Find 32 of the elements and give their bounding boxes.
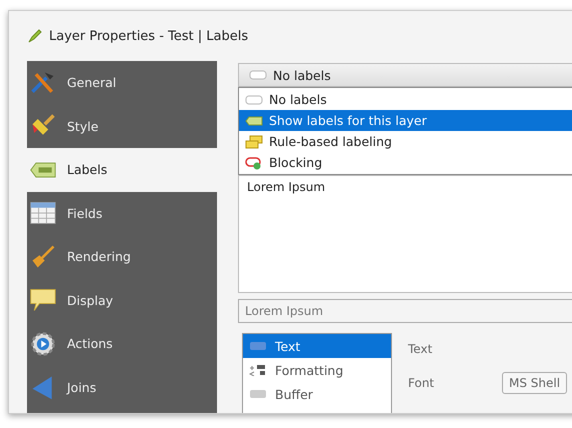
label-icon xyxy=(249,340,267,352)
section-item[interactable]: Formatting xyxy=(243,358,391,382)
sidebar-item[interactable]: Labels xyxy=(27,148,217,192)
section-item[interactable]: Text xyxy=(243,334,391,358)
formatting-icon xyxy=(249,364,267,376)
section-heading: Text xyxy=(408,342,432,356)
font-label: Font xyxy=(408,376,436,390)
sidebar-item[interactable]: Style xyxy=(27,104,217,148)
preview-area[interactable]: Lorem Ipsum xyxy=(238,175,572,293)
empty-label-icon xyxy=(245,92,263,106)
stacked-labels-icon xyxy=(245,134,263,148)
font-dropdown[interactable]: MS Shell xyxy=(502,372,568,394)
sidebar-item[interactable]: Rendering xyxy=(27,235,217,278)
sidebar-item[interactable]: General xyxy=(27,61,217,104)
pencil-icon xyxy=(27,28,43,44)
sidebar-item[interactable]: Joins xyxy=(27,366,217,409)
sidebar-item[interactable]: Actions xyxy=(27,322,217,366)
blocking-icon xyxy=(245,156,263,170)
label-icon xyxy=(249,388,267,400)
dropdown-option[interactable]: No labels xyxy=(239,89,572,110)
empty-label-icon xyxy=(249,69,267,81)
sidebar-item[interactable]: Fields xyxy=(27,192,217,235)
label-icon xyxy=(245,114,263,128)
section-item[interactable]: Buffer xyxy=(243,382,391,406)
dropdown-option[interactable]: Show labels for this layer xyxy=(239,110,572,131)
preview-text: Lorem Ipsum xyxy=(247,180,326,194)
sample-text-field[interactable]: Lorem Ipsum xyxy=(238,299,572,323)
dropdown-option[interactable]: Rule-based labeling xyxy=(239,131,572,152)
sidebar-item[interactable]: Display xyxy=(27,278,217,322)
dropdown-option[interactable]: Blocking xyxy=(239,152,572,173)
window-title: Layer Properties - Test | Labels xyxy=(49,28,248,44)
label-mode-dropdown[interactable]: No labels xyxy=(238,63,572,87)
